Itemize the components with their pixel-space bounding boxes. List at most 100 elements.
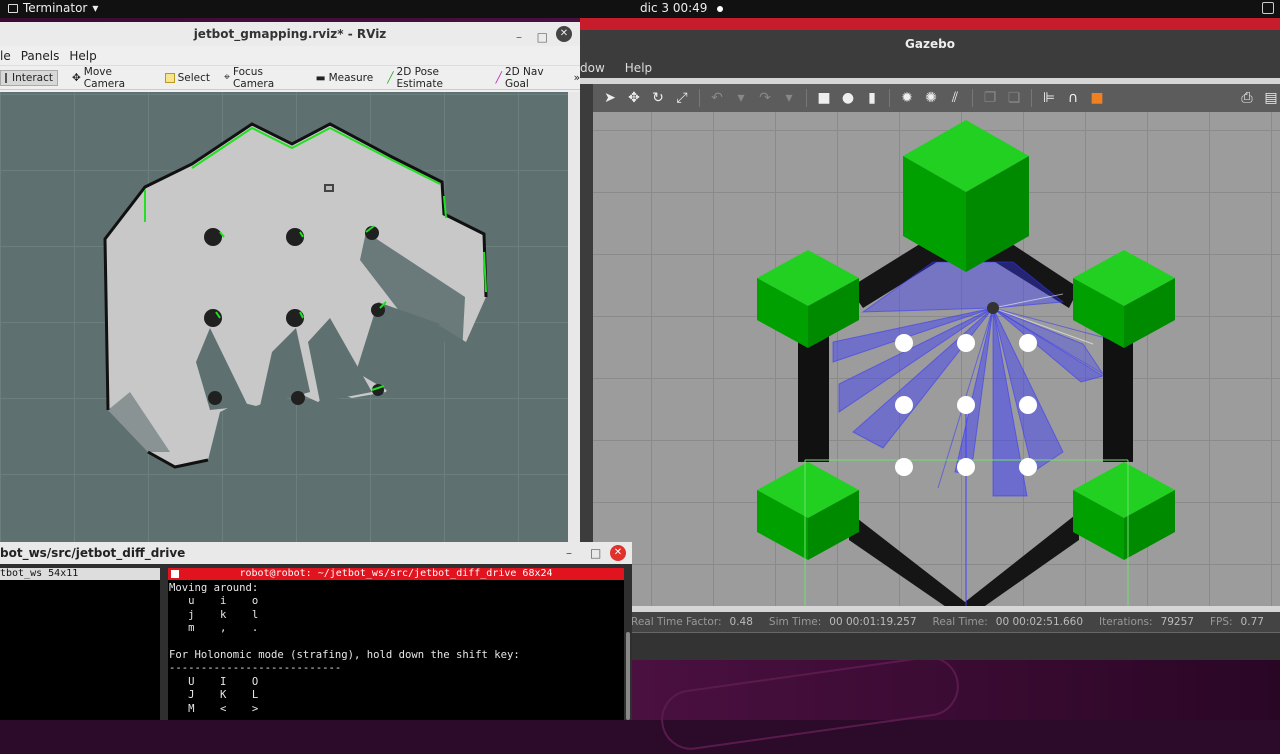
terminal-line: m , .	[169, 622, 259, 635]
app-menu[interactable]: Terminator ▾	[8, 1, 98, 15]
directional-light-icon[interactable]: ⫽	[946, 89, 964, 107]
maximize-button[interactable]: □	[590, 542, 601, 564]
point-light-icon[interactable]: ✹	[898, 89, 916, 107]
terminal-scrollbar[interactable]	[624, 568, 632, 720]
terminal-line: J K L	[169, 689, 259, 702]
terminal-line: u i o	[169, 595, 259, 608]
system-tray-icon[interactable]	[1262, 2, 1274, 14]
tool-label: Measure	[328, 71, 374, 84]
green-cube-right-bottom	[1073, 462, 1175, 560]
toolbar-overflow-icon[interactable]: »	[574, 72, 580, 84]
rotate-icon[interactable]: ↻	[649, 89, 667, 107]
minimize-button[interactable]: –	[516, 25, 522, 49]
fps-label: FPS:	[1209, 616, 1233, 628]
gazebo-statusbar: Real Time Factor: 0.48 Sim Time: 00 00:0…	[593, 612, 1280, 632]
real-time-label: Real Time:	[932, 616, 988, 628]
menu-file[interactable]: le	[0, 49, 11, 63]
app-name: Terminator	[23, 1, 88, 15]
pane-header: tbot_ws 54x11	[0, 568, 160, 580]
snap-icon[interactable]: ∩	[1064, 89, 1082, 107]
terminal-line: U I O	[169, 675, 259, 688]
gazebo-toolbar: ➤ ✥ ↻ ⤢ ↶ ▾ ↷ ▾ ■ ● ▮ ✹ ✺ ⫽ ❐ ❏ ⊫ ∩ ■ ⎙ …	[593, 84, 1280, 112]
change-view-icon[interactable]: ■	[1088, 89, 1106, 107]
wallpaper-shape	[657, 652, 963, 754]
record-log-icon[interactable]: ▤	[1262, 89, 1280, 107]
terminal-icon	[8, 3, 18, 13]
tool-2d-nav-goal[interactable]: ╱ 2D Nav Goal	[496, 66, 566, 90]
tool-move-camera[interactable]: ✥ Move Camera	[72, 66, 151, 90]
menu-help[interactable]: Help	[625, 61, 652, 75]
toolbar-separator	[699, 89, 700, 107]
terminal-line: Moving around:	[169, 582, 259, 594]
align-icon[interactable]: ⊫	[1040, 89, 1058, 107]
top-bar: Terminator ▾ dic 3 00:49	[0, 0, 1280, 18]
rviz-3d-view[interactable]	[0, 92, 568, 542]
terminal-titlebar[interactable]: bot_ws/src/jetbot_diff_drive – □ ✕	[0, 542, 632, 564]
menu-panels[interactable]: Panels	[21, 49, 60, 63]
menu-help[interactable]: Help	[69, 49, 96, 63]
cylinder-shape-icon[interactable]: ▮	[863, 89, 881, 107]
gazebo-menubar: dow Help	[580, 58, 1280, 78]
terminal-title: bot_ws/src/jetbot_diff_drive	[0, 546, 186, 560]
terminal-pane-left[interactable]: tbot_ws 54x11	[0, 568, 160, 720]
scale-icon[interactable]: ⤢	[673, 89, 691, 107]
terminal-line: j k l	[169, 608, 259, 621]
box-shape-icon[interactable]: ■	[815, 89, 833, 107]
terminal-pane-right[interactable]: robot@robot: ~/jetbot_ws/src/jetbot_diff…	[168, 568, 624, 720]
spot-light-icon[interactable]: ✺	[922, 89, 940, 107]
terminal-output: Moving around: u i o j k l m , . For Holo…	[168, 580, 624, 718]
clock[interactable]: dic 3 00:49	[640, 1, 724, 15]
gazebo-3d-viewport[interactable]	[593, 112, 1280, 606]
redo-icon[interactable]: ↷	[756, 89, 774, 107]
tool-interact[interactable]: Interact	[0, 69, 58, 86]
tool-focus-camera[interactable]: ⌖ Focus Camera	[224, 66, 302, 90]
screenshot-icon[interactable]: ⎙	[1238, 89, 1256, 107]
sim-time-value: 00 00:01:19.257	[829, 616, 917, 628]
undo-icon[interactable]: ↶	[708, 89, 726, 107]
maximize-button[interactable]: □	[537, 25, 548, 49]
rviz-title: jetbot_gmapping.rviz* - RViz	[193, 27, 387, 41]
gazebo-title: Gazebo	[580, 30, 1280, 58]
tool-measure[interactable]: ▬ Measure	[316, 72, 374, 84]
rtf-label: Real Time Factor:	[631, 616, 722, 628]
select-arrow-icon[interactable]: ➤	[601, 89, 619, 107]
close-button[interactable]: ✕	[556, 26, 572, 42]
terminal-line: M < >	[169, 702, 259, 715]
tool-label: Interact	[12, 71, 53, 84]
pose-estimate-icon: ╱	[387, 71, 394, 84]
nav-goal-icon: ╱	[495, 71, 502, 84]
terminator-window: bot_ws/src/jetbot_diff_drive – □ ✕ tbot_…	[0, 542, 632, 720]
translate-icon[interactable]: ✥	[625, 89, 643, 107]
jetbot-robot	[987, 302, 999, 314]
scrollbar-thumb[interactable]	[626, 632, 630, 720]
sphere-shape-icon[interactable]: ●	[839, 89, 857, 107]
focus-camera-icon: ⌖	[224, 71, 230, 83]
rviz-titlebar[interactable]: jetbot_gmapping.rviz* - RViz – □ ✕	[0, 22, 580, 46]
rviz-menubar: le Panels Help	[0, 46, 580, 66]
toolbar-separator	[972, 89, 973, 107]
minimize-button[interactable]: –	[566, 542, 572, 564]
tool-2d-pose-estimate[interactable]: ╱ 2D Pose Estimate	[387, 66, 481, 90]
move-camera-icon: ✥	[71, 71, 81, 84]
rviz-toolbar: Interact ✥ Move Camera Select ⌖ Focus Ca…	[0, 66, 580, 90]
toolbar-separator	[1031, 89, 1032, 107]
toolbar-separator	[806, 89, 807, 107]
redo-history-icon[interactable]: ▾	[780, 89, 798, 107]
terminal-line: ---------------------------	[169, 662, 342, 675]
close-button[interactable]: ✕	[610, 545, 626, 561]
paste-icon[interactable]: ❏	[1005, 89, 1023, 107]
interact-icon	[5, 72, 9, 83]
rtf-value: 0.48	[729, 616, 753, 628]
undo-history-icon[interactable]: ▾	[732, 89, 750, 107]
gazebo-bottom-panel	[593, 632, 1280, 660]
copy-icon[interactable]: ❐	[981, 89, 999, 107]
tool-label: Focus Camera	[232, 65, 275, 90]
tool-select[interactable]: Select	[164, 71, 211, 84]
menu-window[interactable]: dow	[580, 61, 605, 75]
tool-label: Select	[177, 71, 211, 84]
robot-marker	[324, 184, 334, 192]
chevron-down-icon: ▾	[92, 1, 99, 15]
select-icon	[164, 72, 175, 83]
rviz-side-splitter[interactable]	[568, 92, 580, 542]
pane-group-icon	[171, 570, 179, 578]
